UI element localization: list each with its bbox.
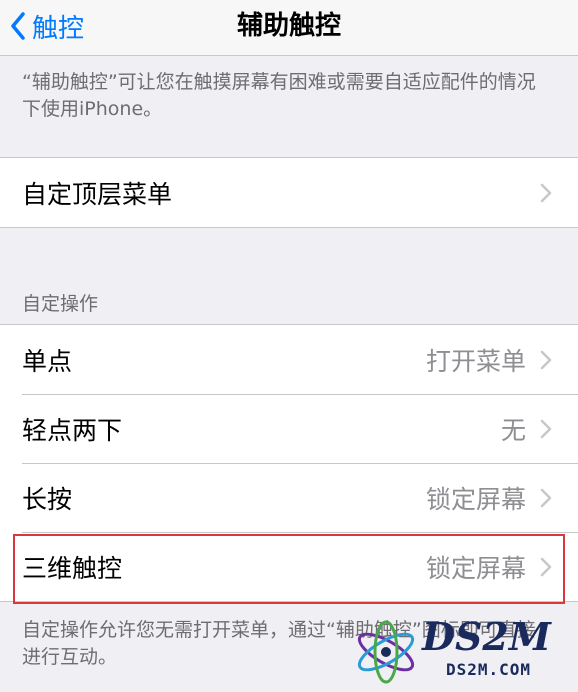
- actions-note: 自定操作允许您无需打开菜单，通过“辅助触控”图标即可直接进行互动。: [22, 619, 536, 668]
- intro-note: “辅助触控”可让您在触摸屏幕有困难或需要自适应配件的情况下使用iPhone。: [22, 71, 536, 120]
- chevron-right-icon: [540, 350, 552, 369]
- row-label: 三维触控: [22, 553, 123, 583]
- row-value: 打开菜单: [425, 346, 526, 376]
- action-row-single-tap[interactable]: 单点 打开菜单: [0, 325, 578, 394]
- customize-top-menu-row[interactable]: 自定顶层菜单: [0, 158, 578, 227]
- row-value: 无: [500, 415, 526, 445]
- action-row-long-press[interactable]: 长按 锁定屏幕: [0, 463, 578, 532]
- action-row-double-tap[interactable]: 轻点两下 无: [0, 394, 578, 463]
- navigation-bar: 触控 辅助触控: [0, 0, 578, 56]
- page-title: 辅助触控: [236, 11, 341, 41]
- chevron-right-icon: [540, 557, 552, 576]
- row-label: 单点: [22, 346, 73, 376]
- row-label: 自定顶层菜单: [22, 179, 173, 209]
- row-label: 长按: [22, 484, 73, 514]
- action-row-3d-touch[interactable]: 三维触控 锁定屏幕: [0, 532, 578, 601]
- row-value: 锁定屏幕: [425, 553, 526, 583]
- chevron-right-icon: [540, 488, 552, 507]
- chevron-right-icon: [540, 183, 552, 202]
- chevron-right-icon: [540, 419, 552, 438]
- row-value: 锁定屏幕: [425, 484, 526, 514]
- top-menu-group: 自定顶层菜单: [0, 157, 578, 228]
- section-header-custom-actions: 自定操作: [22, 293, 99, 315]
- custom-actions-group: 单点 打开菜单 轻点两下 无 长按 锁定屏幕 三维触控 锁定屏幕: [0, 324, 578, 602]
- row-label: 轻点两下: [22, 415, 123, 445]
